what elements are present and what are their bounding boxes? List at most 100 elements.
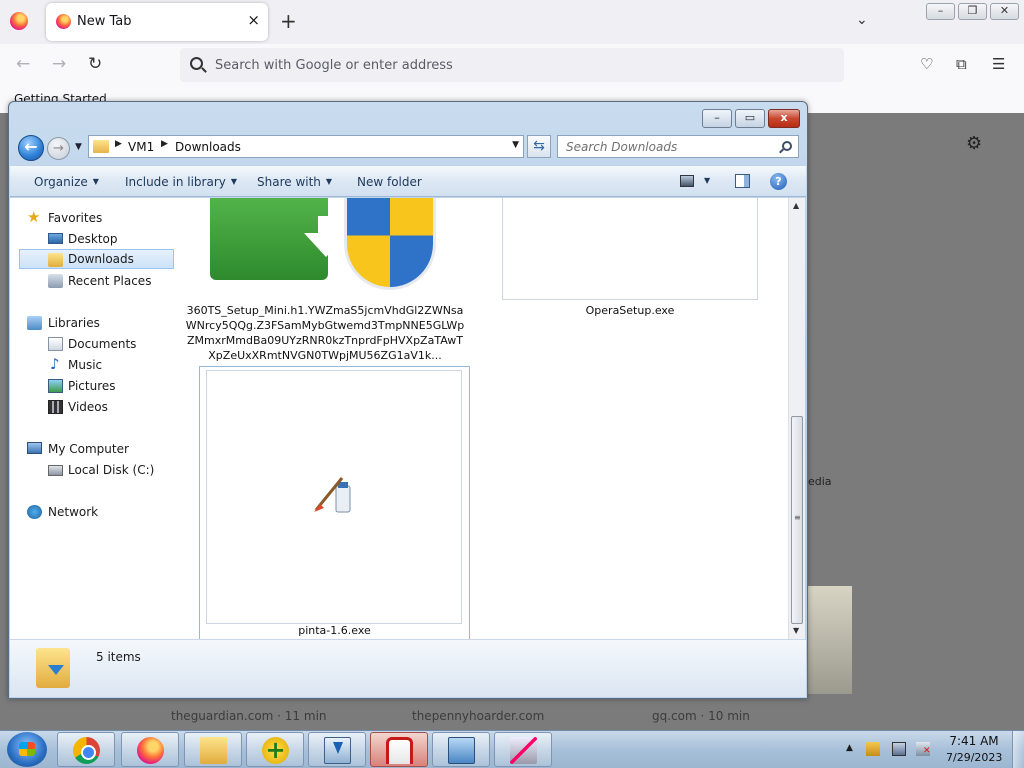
- nav-documents[interactable]: Documents: [10, 334, 174, 354]
- scroll-up-icon[interactable]: ▲: [793, 201, 799, 210]
- firefox-menu-icon[interactable]: [10, 12, 28, 30]
- show-hidden-icons-icon[interactable]: ▲: [846, 743, 853, 753]
- downloads-folder-icon: [48, 253, 63, 267]
- back-button[interactable]: ←: [16, 54, 30, 74]
- network-status-icon[interactable]: [892, 742, 906, 756]
- close-window-button[interactable]: ✕: [990, 3, 1019, 20]
- taskbar: + ▲ 7:41 AM 7/29/2023: [0, 730, 1024, 768]
- volume-muted-icon[interactable]: [916, 742, 931, 756]
- breadcrumb-chevron-icon[interactable]: ▶: [115, 139, 122, 149]
- share-with-button[interactable]: Share with ▼: [257, 175, 332, 189]
- minimize-button[interactable]: –: [702, 109, 732, 128]
- nav-label: Videos: [68, 400, 108, 414]
- minimize-button[interactable]: –: [926, 3, 955, 20]
- show-desktop-button[interactable]: [1012, 731, 1024, 768]
- details-pane: 5 items: [10, 639, 806, 697]
- scrollbar-thumb[interactable]: ≡: [791, 416, 803, 624]
- disk-drive-icon: [48, 465, 63, 476]
- breadcrumb-vm1[interactable]: VM1: [128, 140, 154, 154]
- taskbar-downloader[interactable]: [308, 732, 366, 767]
- star-icon: ★: [27, 208, 41, 226]
- pocket-icon[interactable]: ♡: [920, 55, 933, 73]
- action-center-flag-icon[interactable]: [866, 742, 880, 756]
- url-bar[interactable]: Search with Google or enter address: [180, 48, 844, 82]
- uac-shield-icon: [344, 198, 436, 290]
- nav-label: Favorites: [48, 211, 103, 225]
- taskbar-360-installer[interactable]: +: [246, 732, 304, 767]
- taskbar-control-panel[interactable]: [432, 732, 490, 767]
- address-bar[interactable]: ▶ VM1 ▶ Downloads ▼: [88, 135, 524, 158]
- nav-label: My Computer: [48, 442, 129, 456]
- taskbar-pinta[interactable]: [494, 732, 552, 767]
- nav-label: Documents: [68, 337, 137, 351]
- include-in-library-button[interactable]: Include in library ▼: [125, 175, 237, 189]
- search-icon[interactable]: [782, 141, 792, 151]
- vertical-scrollbar[interactable]: ▲ ≡ ▼: [788, 198, 805, 639]
- nav-my-computer[interactable]: My Computer: [10, 439, 174, 459]
- plus-shield-icon: +: [262, 737, 289, 764]
- preview-pane-icon[interactable]: [735, 174, 750, 188]
- explorer-window: – ▭ x ← → ▼ ▶ VM1 ▶ Downloads ▼ ⇆ Search…: [8, 101, 808, 699]
- taskbar-chrome[interactable]: [57, 732, 115, 767]
- address-dropdown-icon[interactable]: ▼: [512, 140, 519, 150]
- start-button[interactable]: [7, 732, 47, 767]
- window-caption[interactable]: – ▭ x: [9, 102, 807, 132]
- top-site-pennyhoarder[interactable]: thepennyhoarder.com: [412, 709, 544, 723]
- nav-label: Pictures: [68, 379, 116, 393]
- organize-button[interactable]: Organize ▼: [34, 175, 99, 189]
- taskbar-opera-installer[interactable]: [370, 732, 428, 767]
- nav-favorites[interactable]: ★ Favorites: [10, 208, 174, 228]
- tab-new-tab[interactable]: New Tab ×: [46, 3, 268, 41]
- nav-network[interactable]: Network: [10, 502, 174, 522]
- new-tab-button[interactable]: +: [280, 9, 297, 33]
- taskbar-firefox[interactable]: [121, 732, 179, 767]
- list-all-tabs-icon[interactable]: ⌄: [856, 12, 868, 28]
- close-tab-icon[interactable]: ×: [247, 11, 260, 29]
- settings-gear-icon[interactable]: ⚙: [966, 133, 982, 154]
- nav-videos[interactable]: Videos: [10, 397, 174, 417]
- scroll-down-icon[interactable]: ▼: [793, 626, 799, 635]
- search-input[interactable]: Search Downloads: [557, 135, 799, 158]
- forward-button[interactable]: →: [52, 54, 66, 74]
- recent-places-icon: [48, 274, 63, 288]
- story-thumbnail[interactable]: [808, 586, 852, 694]
- back-button[interactable]: ←: [18, 135, 44, 161]
- change-view-icon[interactable]: [680, 175, 694, 187]
- new-folder-button[interactable]: New folder: [357, 175, 422, 189]
- libraries-icon: [27, 316, 42, 330]
- nav-recent-places[interactable]: Recent Places: [10, 271, 174, 291]
- clock-time[interactable]: 7:41 AM: [946, 734, 1002, 748]
- nav-downloads[interactable]: Downloads: [19, 249, 174, 269]
- nav-label: Desktop: [68, 232, 118, 246]
- breadcrumb-downloads[interactable]: Downloads: [175, 140, 241, 154]
- opera-installer-icon: [386, 737, 413, 764]
- desktop-icon: [48, 233, 63, 244]
- nav-music[interactable]: ♪ Music: [10, 355, 174, 375]
- firefox-icon: [137, 737, 164, 764]
- extensions-icon[interactable]: ⧉: [956, 55, 967, 73]
- clock-date[interactable]: 7/29/2023: [946, 751, 1002, 764]
- nav-desktop[interactable]: Desktop: [10, 229, 174, 249]
- recent-pages-chevron-icon[interactable]: ▼: [75, 142, 82, 152]
- search-placeholder: Search Downloads: [566, 140, 678, 154]
- forward-button[interactable]: →: [47, 137, 70, 160]
- maximize-button[interactable]: ▭: [735, 109, 765, 128]
- nav-pictures[interactable]: Pictures: [10, 376, 174, 396]
- help-icon[interactable]: ?: [770, 173, 787, 190]
- menu-icon[interactable]: ☰: [992, 55, 1005, 73]
- folder-icon: [93, 140, 109, 153]
- refresh-button[interactable]: ⇆: [527, 135, 551, 158]
- pinta-icon: [510, 737, 537, 764]
- reload-button[interactable]: ↻: [88, 54, 102, 74]
- restore-button[interactable]: ❐: [958, 3, 987, 20]
- file-thumbnail: [502, 198, 758, 300]
- breadcrumb-chevron-icon[interactable]: ▶: [161, 139, 168, 149]
- nav-libraries[interactable]: Libraries: [10, 313, 174, 333]
- close-button[interactable]: x: [768, 109, 800, 128]
- address-row: ← → ▼ ▶ VM1 ▶ Downloads ▼ ⇆ Search Downl…: [9, 132, 807, 164]
- view-options-chevron-icon[interactable]: ▼: [704, 176, 710, 185]
- top-site-gq[interactable]: gq.com · 10 min: [652, 709, 750, 723]
- top-site-guardian[interactable]: theguardian.com · 11 min: [171, 709, 327, 723]
- taskbar-explorer[interactable]: [184, 732, 242, 767]
- nav-local-disk[interactable]: Local Disk (C:): [10, 460, 174, 480]
